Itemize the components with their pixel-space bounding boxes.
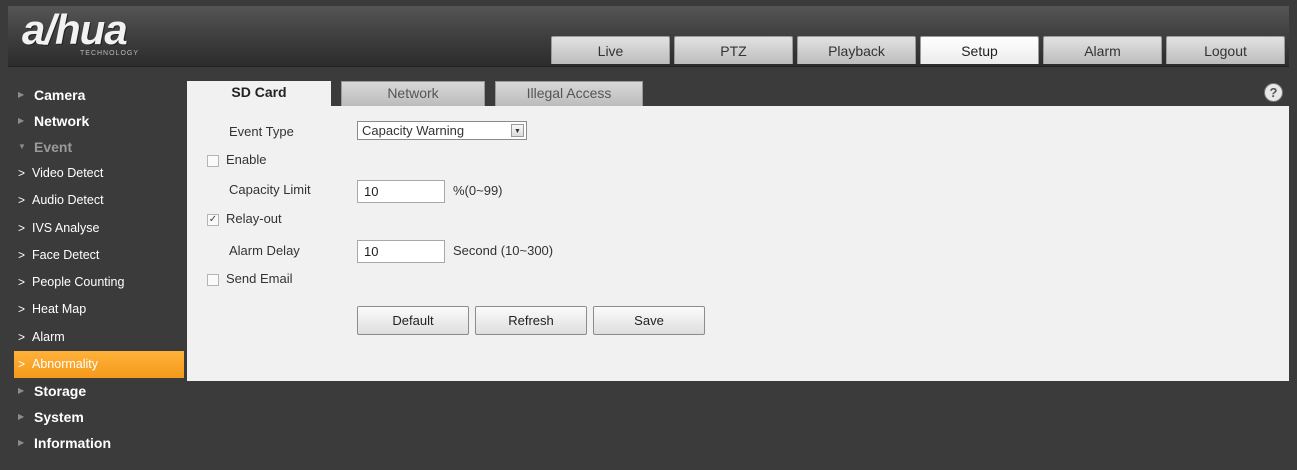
event-type-select[interactable]: Capacity Warning ▼ [357,121,527,140]
sidebar-item-storage[interactable]: ▶ Storage [8,378,184,404]
nav-tab-alarm[interactable]: Alarm [1043,36,1162,64]
sidebar-item-label: Abnormality [32,357,98,372]
sidebar-item-label: Event [34,139,73,155]
sidebar-item-label: Face Detect [32,247,100,262]
capacity-limit-input[interactable] [357,180,445,203]
nav-tab-live[interactable]: Live [551,36,670,64]
sidebar-item-information[interactable]: ▶ Information [8,430,184,456]
relay-out-checkbox[interactable]: ✓ [207,214,219,226]
collapsed-triangle-icon: ▶ [18,90,25,99]
tab-sd-card[interactable]: SD Card [187,81,331,106]
help-icon[interactable]: ? [1264,83,1283,102]
alarm-delay-label: Alarm Delay [229,243,300,258]
sidebar: ▶ Camera ▶ Network ▼ Event > Video Detect > A… [8,82,184,456]
collapsed-triangle-icon: ▶ [18,116,25,125]
tab-illegal-access[interactable]: Illegal Access [495,81,643,106]
main-nav: Live PTZ Playback Setup Alarm Logout [551,36,1285,64]
settings-panel: SD Card Network Illegal Access ? Event T… [187,81,1289,381]
alarm-delay-hint: Second (10~300) [453,243,554,258]
sidebar-item-system[interactable]: ▶ System [8,404,184,430]
sidebar-item-label: Alarm [32,329,65,344]
dropdown-arrow-icon: ▼ [511,124,524,137]
brand-subtitle: TECHNOLOGY [80,50,140,57]
event-type-label: Event Type [229,124,294,139]
sidebar-subitem-audio-detect[interactable]: > Audio Detect [8,187,184,214]
sidebar-subitem-people-counting[interactable]: > People Counting [8,269,184,296]
nav-tab-playback[interactable]: Playback [797,36,916,64]
brand-logo: a/hua TECHNOLOGY [22,6,182,62]
checkmark-icon: ✓ [208,214,218,225]
sidebar-subitem-alarm[interactable]: > Alarm [8,324,184,351]
collapsed-triangle-icon: ▶ [18,438,25,448]
sidebar-item-label: IVS Analyse [32,220,100,235]
nav-tab-logout[interactable]: Logout [1166,36,1285,64]
nav-tab-ptz[interactable]: PTZ [674,36,793,64]
sidebar-subitem-video-detect[interactable]: > Video Detect [8,160,184,187]
sidebar-item-event[interactable]: ▼ Event [8,134,184,160]
sidebar-item-label: Camera [34,87,86,103]
collapsed-triangle-icon: ▶ [18,412,25,422]
chevron-right-icon: > [18,166,26,180]
sidebar-subitem-abnormality[interactable]: > Abnormality [14,351,184,379]
event-type-value: Capacity Warning [362,123,465,138]
sidebar-item-label: Video Detect [32,166,104,180]
send-email-label: Send Email [226,271,293,286]
sidebar-item-label: System [34,409,84,426]
tab-bar: SD Card Network Illegal Access ? [187,81,1289,106]
tab-network[interactable]: Network [341,81,485,106]
sidebar-subitem-ivs-analyse[interactable]: > IVS Analyse [8,215,184,242]
brand-name: a/hua [22,6,128,53]
chevron-right-icon: > [18,275,26,290]
sidebar-item-label: People Counting [32,275,125,290]
sidebar-item-label: Audio Detect [32,193,104,208]
enable-label: Enable [226,152,267,167]
enable-checkbox[interactable] [207,155,219,167]
app-window: a/hua TECHNOLOGY Live PTZ Playback Setup… [0,0,1297,470]
capacity-limit-label: Capacity Limit [229,182,311,197]
refresh-button[interactable]: Refresh [475,306,587,335]
relay-out-label: Relay-out [226,211,282,226]
chevron-right-icon: > [18,247,26,262]
chevron-right-icon: > [18,329,26,344]
header-bar: a/hua TECHNOLOGY Live PTZ Playback Setup… [8,6,1289,67]
sidebar-item-network[interactable]: ▶ Network [8,108,184,134]
nav-tab-setup[interactable]: Setup [920,36,1039,64]
chevron-right-icon: > [18,357,26,372]
sidebar-item-label: Network [34,113,90,129]
sidebar-item-label: Information [34,435,111,452]
chevron-right-icon: > [18,193,26,208]
expanded-triangle-icon: ▼ [18,142,26,151]
sidebar-item-label: Heat Map [32,302,87,317]
sidebar-item-label: Storage [34,383,87,400]
default-button[interactable]: Default [357,306,469,335]
sidebar-subitem-heat-map[interactable]: > Heat Map [8,296,184,323]
alarm-delay-input[interactable] [357,240,445,263]
chevron-right-icon: > [18,302,26,317]
capacity-limit-hint: %(0~99) [453,183,503,198]
save-button[interactable]: Save [593,306,705,335]
chevron-right-icon: > [18,220,26,235]
sidebar-item-camera[interactable]: ▶ Camera [8,82,184,108]
send-email-checkbox[interactable] [207,274,219,286]
collapsed-triangle-icon: ▶ [18,386,25,396]
sidebar-subitem-face-detect[interactable]: > Face Detect [8,242,184,269]
